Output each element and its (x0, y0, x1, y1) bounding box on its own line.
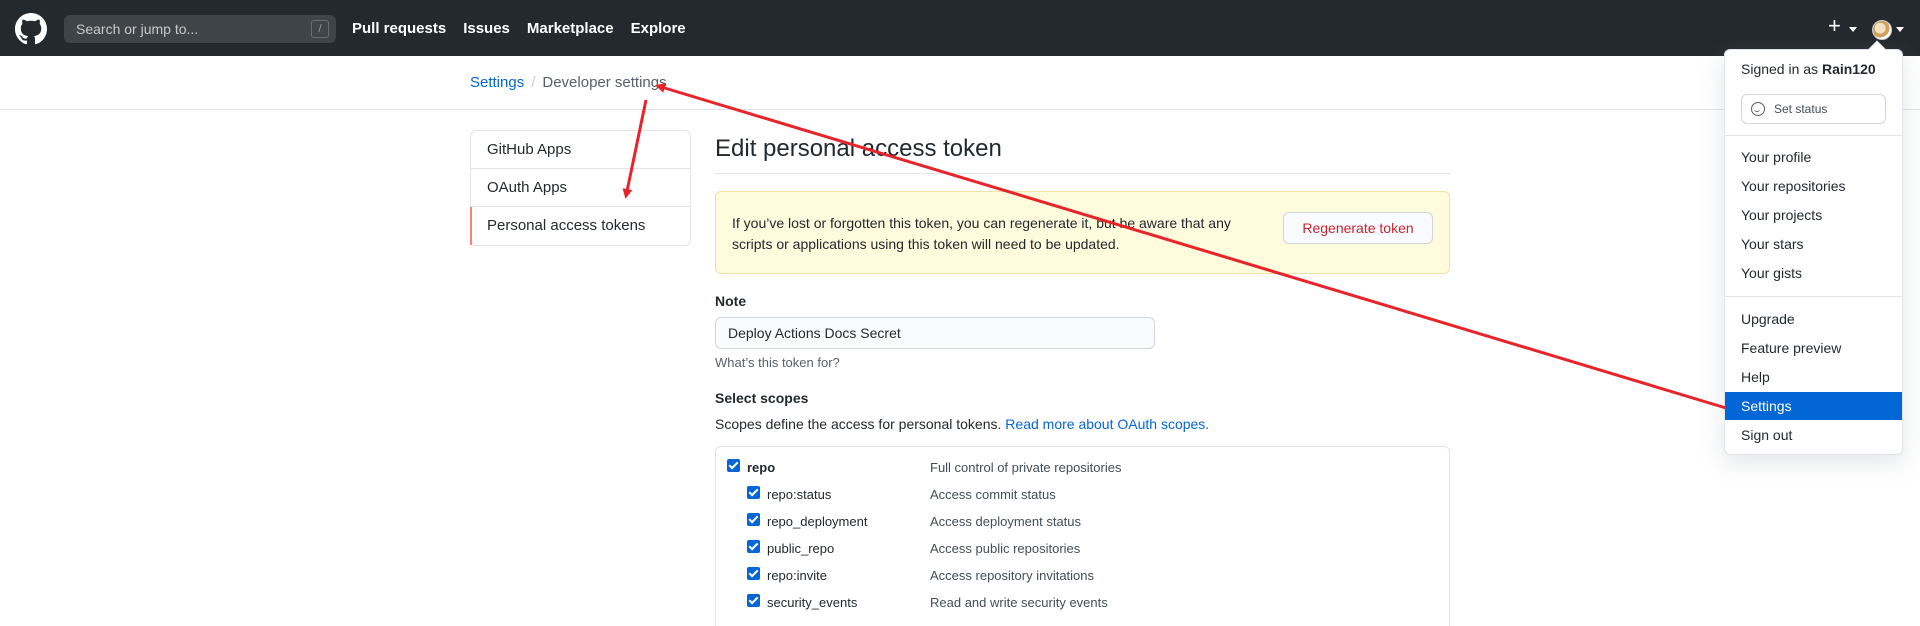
smiley-icon (1751, 102, 1765, 116)
page-title: Edit personal access token (715, 130, 1450, 174)
dropdown-item-help[interactable]: Help (1725, 363, 1902, 391)
regenerate-token-button[interactable]: Regenerate token (1283, 212, 1433, 244)
scope-row: repo_deployment Access deployment status (716, 510, 1451, 530)
scope-row: security_events Read and write security … (716, 591, 1451, 611)
scopes-description: Scopes define the access for personal to… (715, 416, 1209, 432)
nav-marketplace[interactable]: Marketplace (527, 20, 614, 37)
menu-item-oauth-apps[interactable]: OAuth Apps (471, 169, 690, 207)
menu-item-github-apps[interactable]: GitHub Apps (471, 131, 690, 169)
scopes-description-text: Scopes define the access for personal to… (715, 416, 1002, 432)
nav-explore[interactable]: Explore (631, 20, 686, 37)
dropdown-divider (1725, 135, 1902, 136)
scope-checkbox[interactable] (747, 540, 760, 553)
dropdown-item-your-profile[interactable]: Your profile (1725, 143, 1902, 171)
select-scopes-label: Select scopes (715, 390, 809, 406)
set-status-button[interactable]: Set status (1741, 94, 1886, 124)
flash-message: If you’ve lost or forgotten this token, … (732, 215, 1231, 252)
scope-name: repo:invite (767, 568, 827, 583)
github-logo-icon[interactable] (15, 13, 47, 45)
scope-row: public_repo Access public repositories (716, 537, 1451, 557)
scopes-list: repo Full control of private repositorie… (715, 446, 1450, 626)
scope-description: Access repository invitations (930, 568, 1095, 583)
create-new-plus-icon[interactable]: + (1828, 14, 1841, 38)
chevron-down-icon[interactable] (1849, 27, 1857, 32)
dropdown-item-feature-preview[interactable]: Feature preview (1725, 334, 1902, 362)
nav-issues[interactable]: Issues (463, 20, 510, 37)
note-label: Note (715, 293, 747, 309)
dropdown-divider (1725, 296, 1902, 297)
breadcrumb-settings-link[interactable]: Settings (470, 74, 524, 91)
avatar[interactable] (1872, 20, 1892, 40)
scope-row: repo Full control of private repositorie… (716, 456, 1451, 476)
top-nav: Pull requests Issues Marketplace Explore (352, 0, 703, 56)
chevron-down-icon[interactable] (1896, 27, 1904, 32)
note-field[interactable]: Deploy Actions Docs Secret (715, 317, 1155, 349)
top-header: Search or jump to... / Pull requests Iss… (0, 0, 1920, 56)
search-placeholder: Search or jump to... (76, 21, 199, 37)
dropdown-item-your-projects[interactable]: Your projects (1725, 201, 1902, 229)
menu-item-personal-access-tokens[interactable]: Personal access tokens (470, 207, 690, 245)
developer-settings-menu: GitHub Apps OAuth Apps Personal access t… (470, 130, 691, 246)
signed-in-as: Signed in as Rain120 (1741, 61, 1876, 77)
breadcrumb-current: Developer settings (542, 74, 667, 91)
oauth-scopes-link[interactable]: Read more about OAuth scopes. (1005, 416, 1209, 432)
scope-row: repo:status Access commit status (716, 483, 1451, 503)
nav-pull-requests[interactable]: Pull requests (352, 20, 446, 37)
dropdown-item-your-repositories[interactable]: Your repositories (1725, 172, 1902, 200)
scope-name: public_repo (767, 541, 835, 556)
breadcrumb-separator: / (531, 74, 536, 91)
scope-description: Full control of private repositories (930, 460, 1122, 475)
scope-row: repo:invite Access repository invitation… (716, 564, 1451, 584)
scope-checkbox[interactable] (727, 459, 740, 472)
scope-description: Access public repositories (930, 541, 1081, 556)
username: Rain120 (1821, 61, 1876, 77)
dropdown-item-your-stars[interactable]: Your stars (1725, 230, 1902, 258)
scope-name: security_events (767, 595, 858, 610)
breadcrumb: Settings / Developer settings (470, 74, 667, 91)
scope-checkbox[interactable] (747, 567, 760, 580)
dropdown-item-sign-out[interactable]: Sign out (1725, 421, 1902, 449)
regenerate-warning-flash: If you’ve lost or forgotten this token, … (715, 191, 1450, 274)
scope-description: Access commit status (930, 487, 1056, 502)
search-input[interactable]: Search or jump to... / (64, 15, 336, 43)
note-help-text: What’s this token for? (715, 355, 840, 370)
scope-description: Read and write security events (930, 595, 1108, 610)
user-dropdown-menu: Signed in as Rain120 Set status Your pro… (1724, 40, 1903, 455)
signed-in-prefix: Signed in as (1741, 61, 1819, 77)
dropdown-item-settings[interactable]: Settings (1725, 392, 1902, 420)
scope-checkbox[interactable] (747, 513, 760, 526)
scope-name: repo (747, 460, 776, 475)
scope-description: Access deployment status (930, 514, 1082, 529)
scope-checkbox[interactable] (747, 594, 760, 607)
subhead (0, 56, 1920, 110)
search-shortcut-key: / (311, 20, 329, 38)
dropdown-item-your-gists[interactable]: Your gists (1725, 259, 1902, 287)
set-status-label: Set status (1774, 102, 1828, 116)
scope-name: repo:status (767, 487, 832, 502)
scope-name: repo_deployment (767, 514, 868, 529)
main-content: Edit personal access token If you’ve los… (715, 130, 1450, 626)
scope-checkbox[interactable] (747, 486, 760, 499)
dropdown-item-upgrade[interactable]: Upgrade (1725, 305, 1902, 333)
